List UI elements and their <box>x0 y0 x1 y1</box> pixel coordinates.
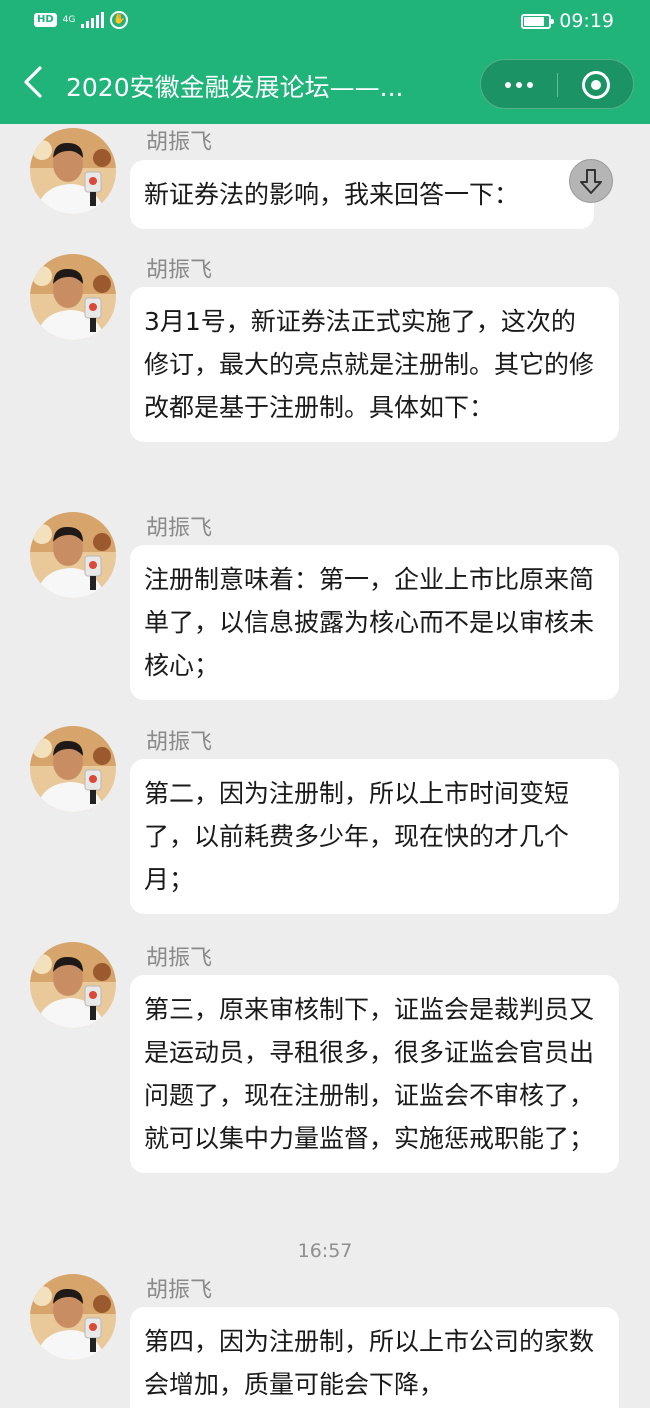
network-type: 4G <box>62 14 76 25</box>
header-bar: 2020安徽金融发展论坛——... <box>0 42 650 124</box>
avatar[interactable] <box>30 942 116 1028</box>
signal-icon <box>81 12 105 28</box>
message-bubble[interactable]: 第三，原来审核制下，证监会是裁判员又是运动员，寻租很多，很多证监会官员出问题了，… <box>130 975 619 1173</box>
more-button[interactable] <box>481 60 557 110</box>
hd-icon: HD <box>34 13 57 27</box>
sender-name: 胡振飞 <box>146 130 213 155</box>
message-bubble[interactable]: 第二，因为注册制，所以上市时间变短了，以前耗费多少年，现在快的才几个月； <box>130 759 619 914</box>
portrait-image <box>30 942 116 1028</box>
avatar[interactable] <box>30 1274 116 1360</box>
avatar[interactable] <box>30 512 116 598</box>
chat-list[interactable]: 胡振飞 新证券法的影响，我来回答一下： 胡振飞 3月1号，新证券法正式实施了，这… <box>0 124 650 1408</box>
avatar[interactable] <box>30 128 116 214</box>
miniprogram-capsule <box>480 59 634 109</box>
page-title: 2020安徽金融发展论坛——... <box>66 73 404 102</box>
message-bubble[interactable]: 第四，因为注册制，所以上市公司的家数会增加，质量可能会下降， <box>130 1307 619 1408</box>
gesture-icon: ✋ <box>110 11 129 29</box>
sender-name: 胡振飞 <box>146 516 213 541</box>
portrait-image <box>30 254 116 340</box>
message-timestamp: 16:57 <box>297 1240 353 1262</box>
sender-name: 胡振飞 <box>146 1278 213 1303</box>
message-bubble[interactable]: 3月1号，新证券法正式实施了，这次的修订，最大的亮点就是注册制。其它的修改都是基… <box>130 287 619 442</box>
status-bar: HD 4G ✋ 09:19 <box>0 0 650 42</box>
arrow-down-icon <box>580 169 602 194</box>
back-icon <box>24 66 42 98</box>
close-miniprogram-button[interactable] <box>558 60 634 110</box>
avatar[interactable] <box>30 254 116 340</box>
close-miniprogram-icon <box>582 71 610 99</box>
sender-name: 胡振飞 <box>146 946 213 971</box>
scroll-down-button[interactable] <box>569 159 613 203</box>
portrait-image <box>30 512 116 598</box>
battery-level <box>524 16 545 26</box>
sender-name: 胡振飞 <box>146 258 213 283</box>
portrait-image <box>30 1274 116 1360</box>
portrait-image <box>30 726 116 812</box>
battery-icon <box>521 13 555 29</box>
message-bubble[interactable]: 新证券法的影响，我来回答一下： <box>130 160 594 229</box>
portrait-image <box>30 128 116 214</box>
sender-name: 胡振飞 <box>146 730 213 755</box>
message-bubble[interactable]: 注册制意味着：第一，企业上市比原来简单了，以信息披露为核心而不是以审核未核心； <box>130 545 619 700</box>
status-time: 09:19 <box>559 10 614 32</box>
back-button[interactable] <box>20 64 48 100</box>
avatar[interactable] <box>30 726 116 812</box>
